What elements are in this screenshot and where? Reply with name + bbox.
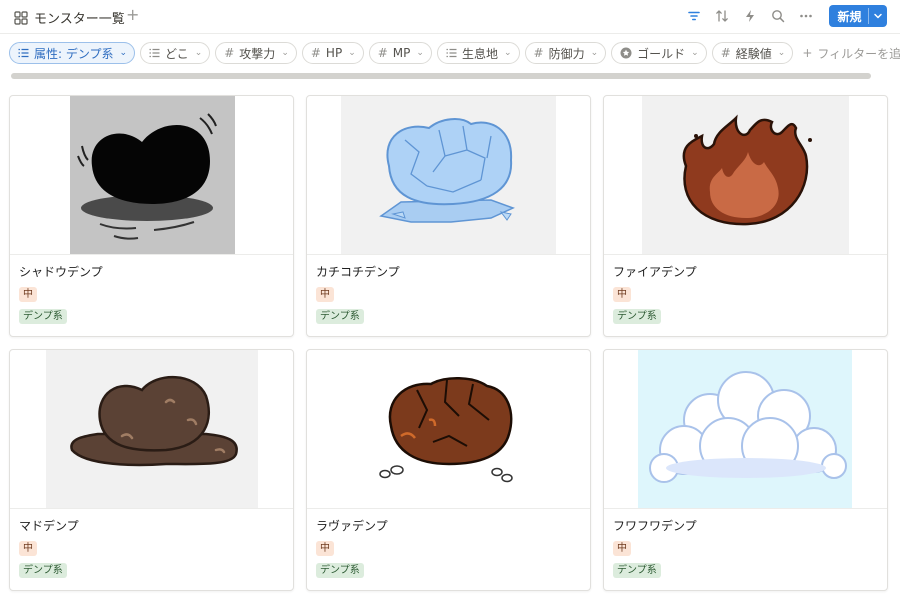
filter-chip-hp[interactable]: # HP ⌄: [301, 42, 364, 64]
add-filter-label: フィルターを追: [817, 46, 900, 61]
hash-icon: #: [224, 46, 235, 60]
filter-chip-label: どこ: [165, 46, 189, 61]
type-tag: デンプ系: [19, 309, 67, 324]
chevron-down-icon: ⌄: [691, 48, 699, 58]
add-filter-button[interactable]: + フィルターを追: [798, 42, 900, 64]
ice-blob-image: [341, 96, 556, 254]
filter-bar: 属性: デンプ系 ⌄ どこ ⌄ # 攻撃力 ⌄ # HP ⌄ # MP ⌄ 生息…: [9, 42, 900, 64]
new-button-label: 新規: [837, 9, 862, 24]
more-icon[interactable]: [798, 8, 814, 24]
chevron-down-icon: ⌄: [281, 48, 289, 58]
hash-icon: #: [533, 46, 544, 60]
add-view-icon[interactable]: +: [126, 6, 139, 24]
lava-blob-image: [345, 350, 552, 508]
gallery-card[interactable]: シャドウデンプ 中 デンプ系: [9, 95, 294, 337]
chevron-down-icon: ⌄: [503, 48, 512, 58]
type-tag: デンプ系: [316, 309, 364, 324]
chevron-down-icon: ⌄: [348, 48, 356, 58]
lightning-icon[interactable]: [742, 8, 758, 24]
filter-chip-label: 生息地: [461, 46, 498, 61]
card-title: マドデンプ: [19, 519, 79, 533]
size-tag: 中: [613, 541, 631, 556]
filter-chip-label: ゴールド: [637, 46, 686, 61]
gallery-card[interactable]: ラヴァデンプ 中 デンプ系: [306, 349, 591, 591]
size-tag: 中: [316, 287, 334, 302]
card-thumbnail: [307, 350, 590, 509]
card-title: シャドウデンプ: [19, 265, 103, 279]
filter-chip-defense[interactable]: # 防御力 ⌄: [524, 42, 607, 64]
hash-icon: #: [720, 46, 731, 60]
view-tab-monster-list[interactable]: モンスター一覧: [14, 8, 125, 27]
filter-chip-gold[interactable]: ゴールド ⌄: [611, 42, 707, 64]
filter-chip-label: 属性: デンプ系: [34, 46, 114, 61]
filter-chip-label: HP: [325, 46, 343, 60]
top-bar: モンスター一覧 + 新規: [0, 0, 900, 34]
card-thumbnail: [604, 96, 887, 255]
cloud-blob-image: [638, 350, 852, 508]
chevron-down-icon: ⌄: [194, 48, 203, 58]
chevron-down-icon: ⌄: [119, 48, 128, 58]
chevron-down-icon: ⌄: [590, 48, 599, 58]
filter-icon[interactable]: [686, 8, 702, 24]
filter-chip-label: MP: [392, 46, 411, 60]
hash-icon: #: [310, 46, 321, 60]
fire-blob-image: [642, 96, 849, 254]
shadow-blob-image: [70, 96, 235, 254]
sort-icon[interactable]: [714, 8, 730, 24]
chevron-down-icon[interactable]: [869, 5, 887, 27]
filter-chip-label: 防御力: [548, 46, 585, 61]
new-button[interactable]: 新規: [829, 5, 887, 27]
filter-chip-exp[interactable]: # 経験値 ⌄: [711, 42, 794, 64]
card-title: ファイアデンプ: [613, 265, 697, 279]
filter-chip-attribute[interactable]: 属性: デンプ系 ⌄: [9, 42, 136, 64]
card-thumbnail: [604, 350, 887, 509]
card-title: フワフワデンプ: [613, 519, 697, 533]
gallery-card[interactable]: ファイアデンプ 中 デンプ系: [603, 95, 888, 337]
type-tag: デンプ系: [613, 309, 661, 324]
hash-icon: #: [377, 46, 388, 60]
type-tag: デンプ系: [613, 563, 661, 578]
view-title: モンスター一覧: [34, 12, 125, 27]
size-tag: 中: [316, 541, 334, 556]
size-tag: 中: [19, 541, 37, 556]
gallery-card[interactable]: カチコチデンプ 中 デンプ系: [306, 95, 591, 337]
type-tag: デンプ系: [19, 563, 67, 578]
size-tag: 中: [613, 287, 631, 302]
search-icon[interactable]: [770, 8, 786, 24]
plus-icon: +: [802, 46, 813, 60]
card-thumbnail: [10, 350, 293, 509]
type-tag: デンプ系: [316, 563, 364, 578]
card-title: ラヴァデンプ: [316, 519, 388, 533]
filter-chip-habitat[interactable]: 生息地 ⌄: [436, 42, 520, 64]
card-thumbnail: [307, 96, 590, 255]
card-title: カチコチデンプ: [316, 265, 400, 279]
filter-chip-attack[interactable]: # 攻撃力 ⌄: [215, 42, 297, 64]
gallery-card[interactable]: フワフワデンプ 中 デンプ系: [603, 349, 888, 591]
filter-chip-label: 経験値: [735, 46, 772, 61]
mud-blob-image: [46, 350, 258, 508]
chevron-down-icon: ⌄: [416, 48, 424, 58]
card-thumbnail: [10, 96, 293, 255]
list-icon: [446, 48, 457, 58]
filter-chip-mp[interactable]: # MP ⌄: [368, 42, 432, 64]
gallery-card[interactable]: マドデンプ 中 デンプ系: [9, 349, 294, 591]
horizontal-scrollbar[interactable]: [11, 73, 871, 79]
toolbar: [686, 8, 814, 24]
list-icon: [18, 48, 29, 58]
gallery-grid-icon: [14, 10, 28, 25]
coin-icon: [620, 47, 632, 59]
filter-chip-label: 攻撃力: [239, 46, 276, 61]
list-icon: [149, 48, 160, 58]
size-tag: 中: [19, 287, 37, 302]
filter-chip-where[interactable]: どこ ⌄: [140, 42, 211, 64]
chevron-down-icon: ⌄: [777, 48, 786, 58]
